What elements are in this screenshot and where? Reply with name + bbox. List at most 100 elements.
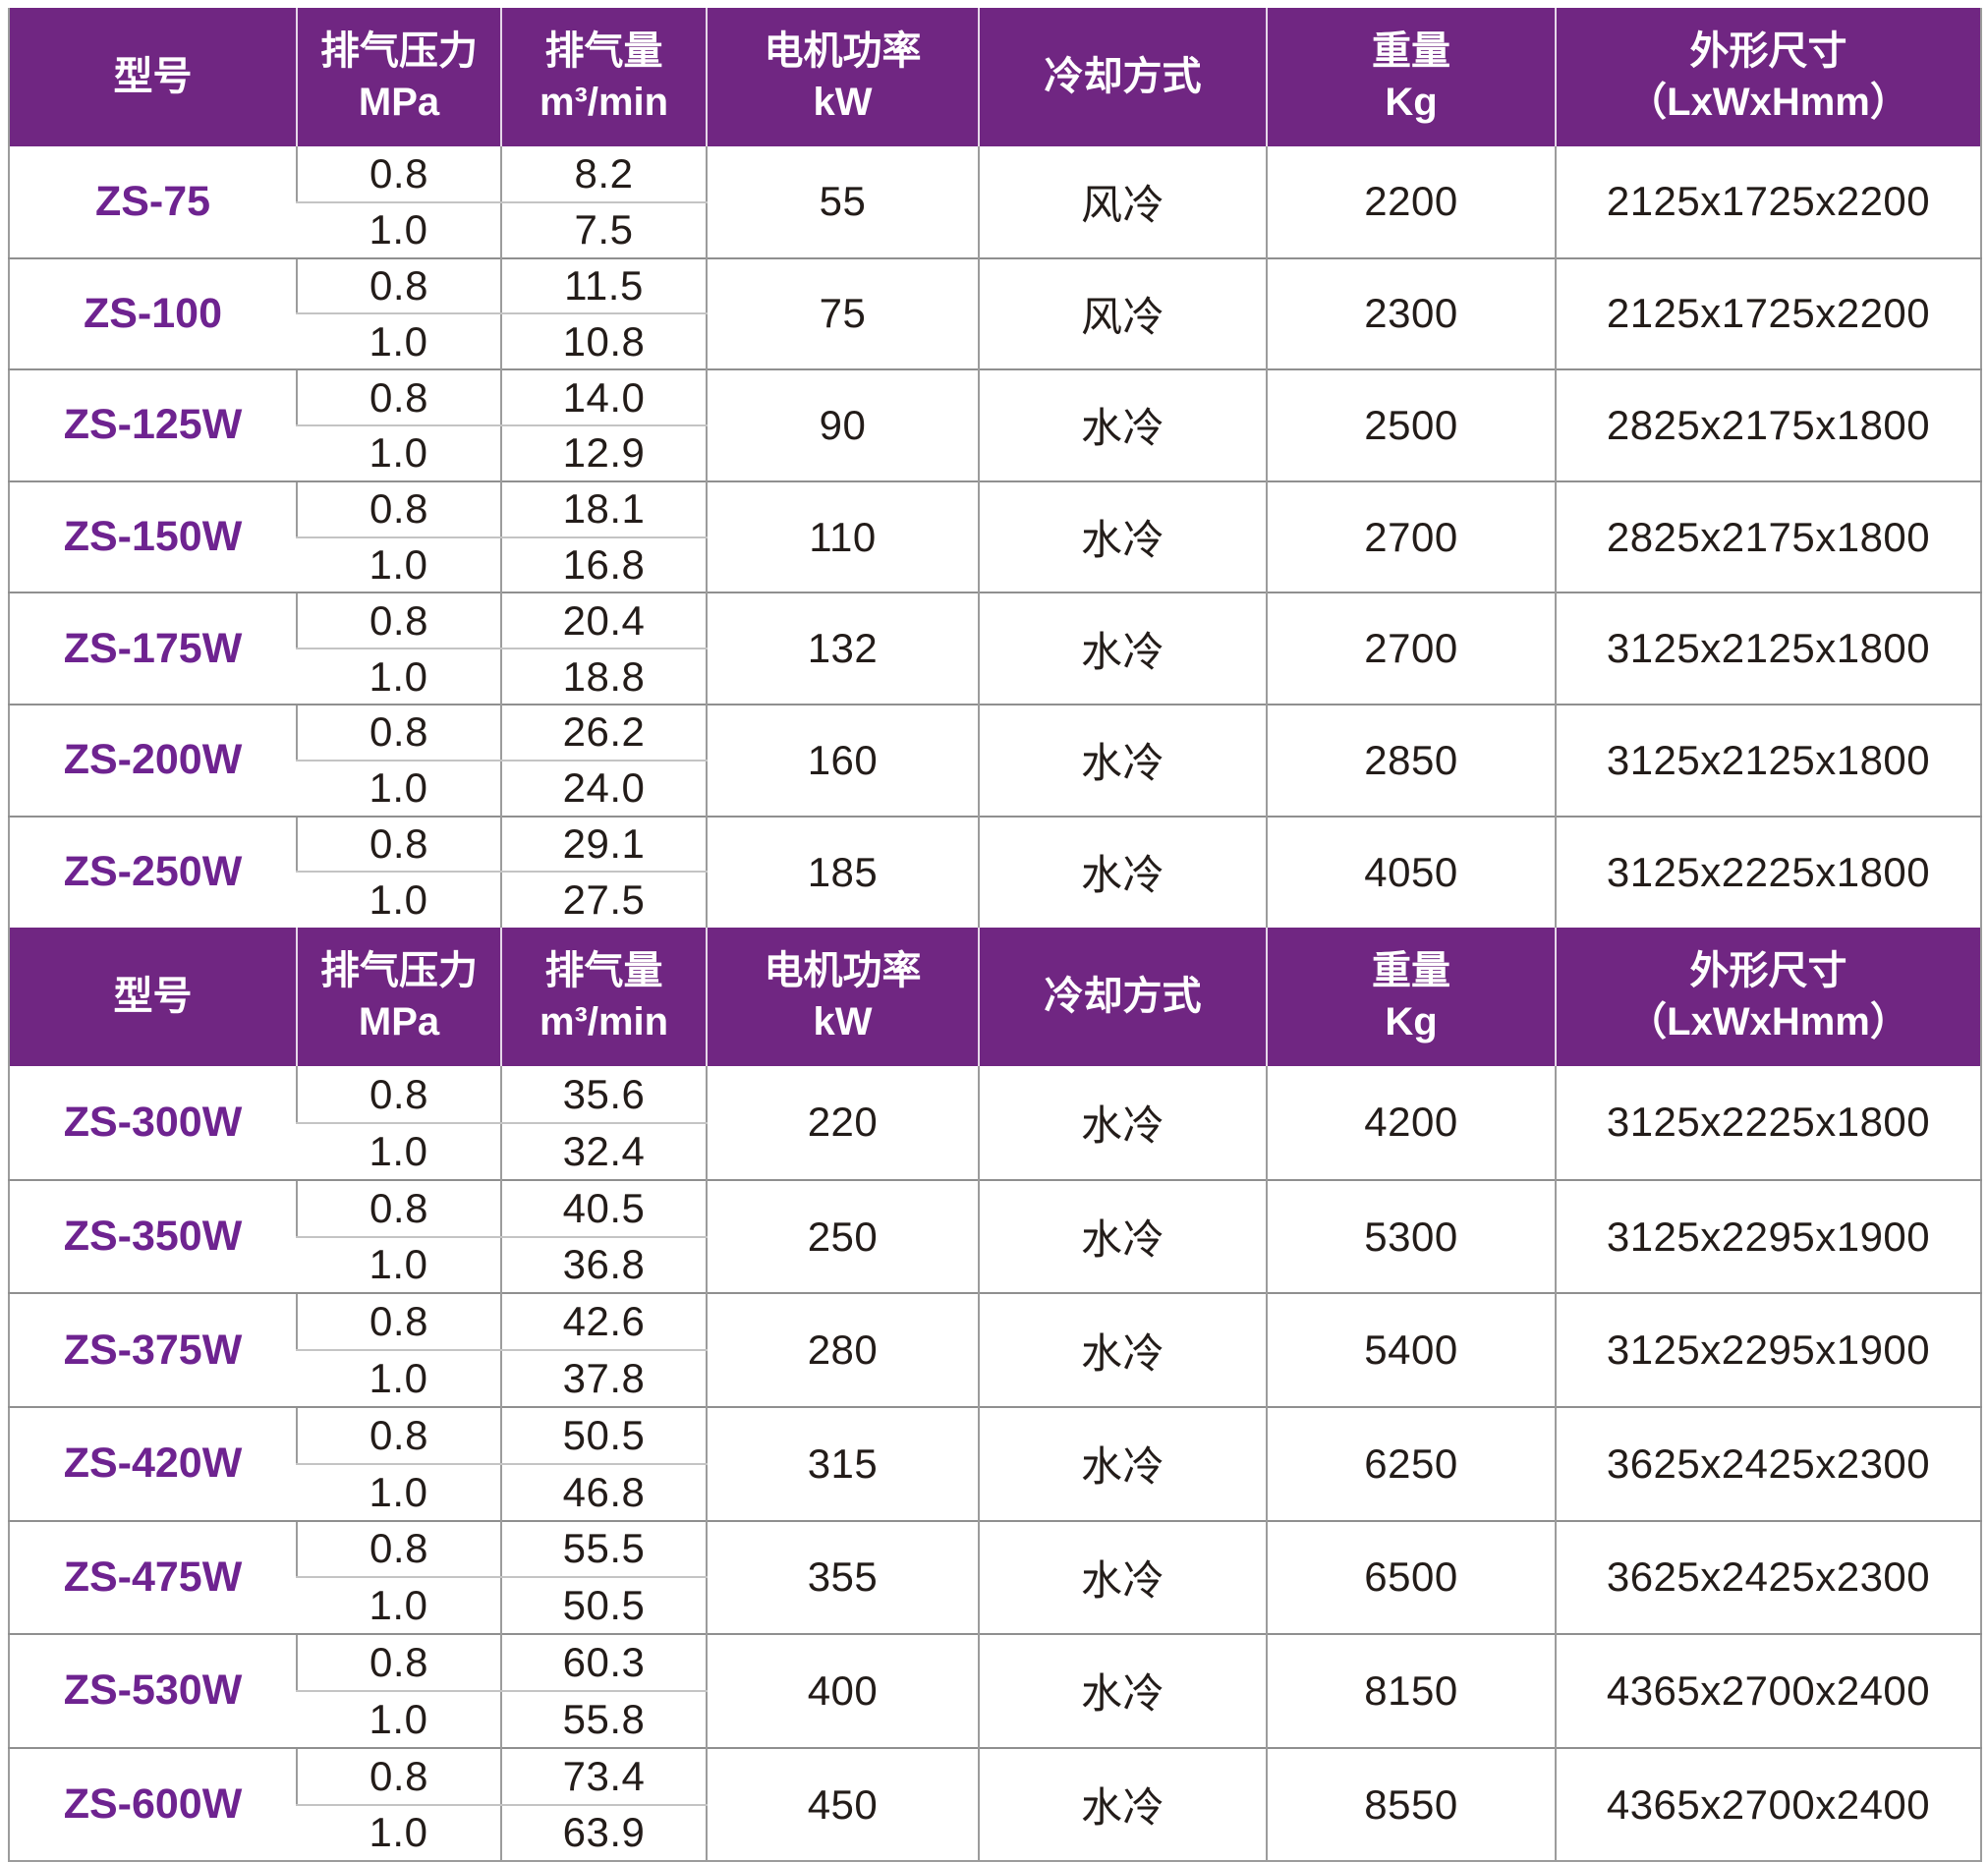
power-cell: 400 [707,1634,979,1748]
power-cell: 450 [707,1748,979,1862]
cooling-cell: 风冷 [979,258,1267,370]
pressure-cell: 0.8 [297,1066,501,1123]
table-row: ZS-125W0.814.090水冷25002825x2175x1800 [9,369,1981,425]
cooling-cell: 水冷 [979,1521,1267,1635]
pressure-cell: 0.8 [297,481,501,537]
dims-cell: 2125x1725x2200 [1556,258,1981,370]
column-header: 排气量 m³/min [501,928,707,1066]
cooling-cell: 水冷 [979,1634,1267,1748]
flow-cell: 37.8 [501,1350,707,1407]
flow-cell: 60.3 [501,1634,707,1691]
table-row: ZS-250W0.829.1185水冷40503125x2225x1800 [9,817,1981,873]
weight-cell: 2850 [1267,705,1556,817]
dims-cell: 3125x2225x1800 [1556,1066,1981,1180]
pressure-cell: 0.8 [297,258,501,314]
model-cell: ZS-420W [9,1407,297,1521]
table-row: ZS-300W0.835.6220水冷42003125x2225x1800 [9,1066,1981,1123]
model-cell: ZS-200W [9,705,297,817]
dims-cell: 3625x2425x2300 [1556,1407,1981,1521]
power-cell: 55 [707,146,979,258]
flow-cell: 8.2 [501,146,707,202]
weight-cell: 4200 [1267,1066,1556,1180]
cooling-cell: 水冷 [979,592,1267,705]
pressure-cell: 1.0 [297,313,501,369]
pressure-cell: 1.0 [297,1350,501,1407]
pressure-cell: 1.0 [297,537,501,593]
dims-cell: 4365x2700x2400 [1556,1634,1981,1748]
flow-cell: 29.1 [501,817,707,873]
table-row: ZS-175W0.820.4132水冷27003125x2125x1800 [9,592,1981,649]
model-cell: ZS-375W [9,1293,297,1407]
cooling-cell: 水冷 [979,817,1267,929]
flow-cell: 32.4 [501,1123,707,1180]
weight-cell: 2700 [1267,481,1556,593]
model-cell: ZS-475W [9,1521,297,1635]
flow-cell: 24.0 [501,761,707,817]
cooling-cell: 水冷 [979,1407,1267,1521]
pressure-cell: 1.0 [297,425,501,481]
table-row: ZS-375W0.842.6280水冷54003125x2295x1900 [9,1293,1981,1350]
flow-cell: 16.8 [501,537,707,593]
column-header: 电机功率 kW [707,8,979,146]
model-cell: ZS-600W [9,1748,297,1862]
dims-cell: 2825x2175x1800 [1556,481,1981,593]
column-header: 型号 [9,8,297,146]
column-header: 电机功率 kW [707,928,979,1066]
dims-cell: 2125x1725x2200 [1556,146,1981,258]
model-cell: ZS-530W [9,1634,297,1748]
table-row: ZS-420W0.850.5315水冷62503625x2425x2300 [9,1407,1981,1464]
pressure-cell: 0.8 [297,369,501,425]
power-cell: 280 [707,1293,979,1407]
column-header: 重量 Kg [1267,928,1556,1066]
model-cell: ZS-300W [9,1066,297,1180]
pressure-cell: 1.0 [297,1464,501,1521]
pressure-cell: 0.8 [297,1293,501,1350]
flow-cell: 73.4 [501,1748,707,1805]
weight-cell: 6250 [1267,1407,1556,1521]
pressure-cell: 1.0 [297,1577,501,1634]
flow-cell: 42.6 [501,1293,707,1350]
flow-cell: 11.5 [501,258,707,314]
pressure-cell: 0.8 [297,1748,501,1805]
table-row: ZS-600W0.873.4450水冷85504365x2700x2400 [9,1748,1981,1805]
cooling-cell: 水冷 [979,1293,1267,1407]
column-header: 排气量 m³/min [501,8,707,146]
power-cell: 160 [707,705,979,817]
cooling-cell: 水冷 [979,1066,1267,1180]
flow-cell: 27.5 [501,872,707,928]
cooling-cell: 水冷 [979,369,1267,481]
pressure-cell: 1.0 [297,872,501,928]
dims-cell: 3125x2125x1800 [1556,592,1981,705]
flow-cell: 50.5 [501,1577,707,1634]
weight-cell: 2200 [1267,146,1556,258]
pressure-cell: 1.0 [297,649,501,705]
pressure-cell: 0.8 [297,146,501,202]
cooling-cell: 水冷 [979,1180,1267,1294]
column-header: 型号 [9,928,297,1066]
dims-cell: 3125x2125x1800 [1556,705,1981,817]
dims-cell: 3125x2295x1900 [1556,1293,1981,1407]
flow-cell: 55.8 [501,1691,707,1748]
pressure-cell: 1.0 [297,761,501,817]
weight-cell: 5400 [1267,1293,1556,1407]
power-cell: 110 [707,481,979,593]
pressure-cell: 1.0 [297,1237,501,1294]
pressure-cell: 0.8 [297,592,501,649]
flow-cell: 40.5 [501,1180,707,1237]
weight-cell: 5300 [1267,1180,1556,1294]
pressure-cell: 0.8 [297,705,501,761]
flow-cell: 63.9 [501,1805,707,1862]
weight-cell: 2300 [1267,258,1556,370]
power-cell: 185 [707,817,979,929]
flow-cell: 7.5 [501,202,707,258]
model-cell: ZS-125W [9,369,297,481]
weight-cell: 2700 [1267,592,1556,705]
power-cell: 90 [707,369,979,481]
spec-table: 型号排气压力 MPa排气量 m³/min电机功率 kW冷却方式重量 Kg外形尺寸… [8,8,1982,1862]
column-header: 外形尺寸 （LxWxHmm） [1556,928,1981,1066]
table-row: ZS-150W0.818.1110水冷27002825x2175x1800 [9,481,1981,537]
pressure-cell: 1.0 [297,1805,501,1862]
power-cell: 355 [707,1521,979,1635]
table-row: ZS-200W0.826.2160水冷28503125x2125x1800 [9,705,1981,761]
pressure-cell: 1.0 [297,202,501,258]
